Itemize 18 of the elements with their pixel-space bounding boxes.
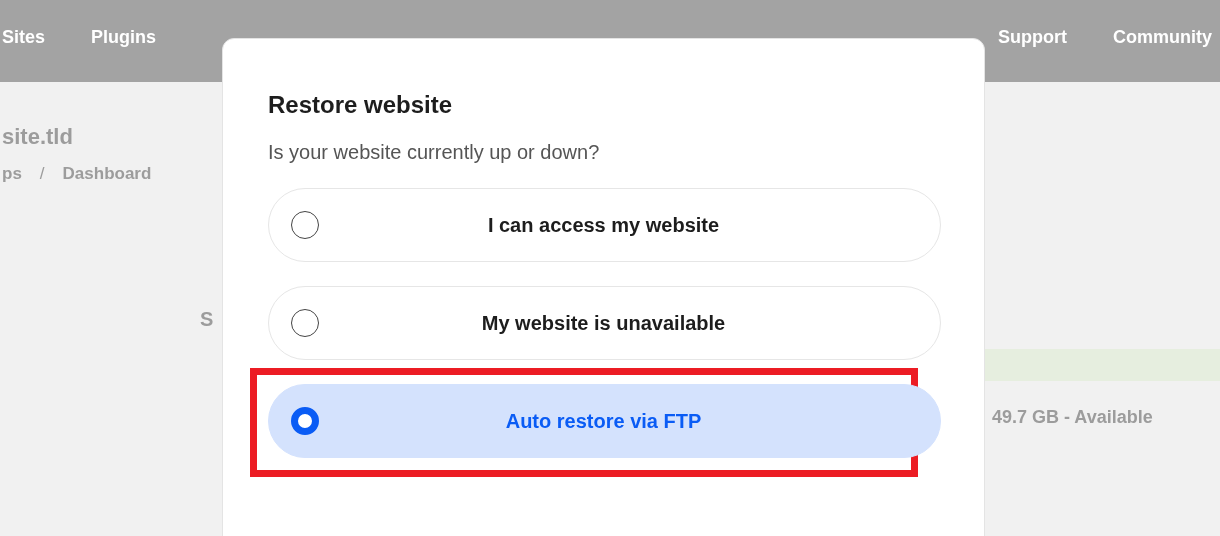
site-title: site.tld	[2, 124, 73, 150]
storage-available-text: 49.7 GB - Available	[992, 407, 1153, 428]
nav-link[interactable]: Community	[1113, 26, 1212, 56]
nav-link[interactable]: Plugins	[91, 26, 157, 56]
restore-option[interactable]: I can access my website	[268, 188, 941, 262]
radio-icon	[291, 407, 319, 435]
breadcrumb-separator: /	[39, 164, 45, 184]
radio-icon	[291, 309, 319, 337]
breadcrumb-link[interactable]: Dashboard	[62, 164, 152, 184]
nav-link[interactable]: Support	[998, 26, 1067, 56]
breadcrumb-link[interactable]: ps	[2, 164, 22, 184]
dialog-question: Is your website currently up or down?	[268, 141, 601, 164]
restore-option[interactable]: Auto restore via FTP	[268, 384, 941, 458]
restore-option[interactable]: My website is unavailable	[268, 286, 941, 360]
radio-icon	[291, 211, 319, 239]
dialog-title: Restore website	[268, 91, 454, 119]
nav-link[interactable]: Sites	[2, 26, 46, 56]
section-label: S	[200, 308, 214, 331]
